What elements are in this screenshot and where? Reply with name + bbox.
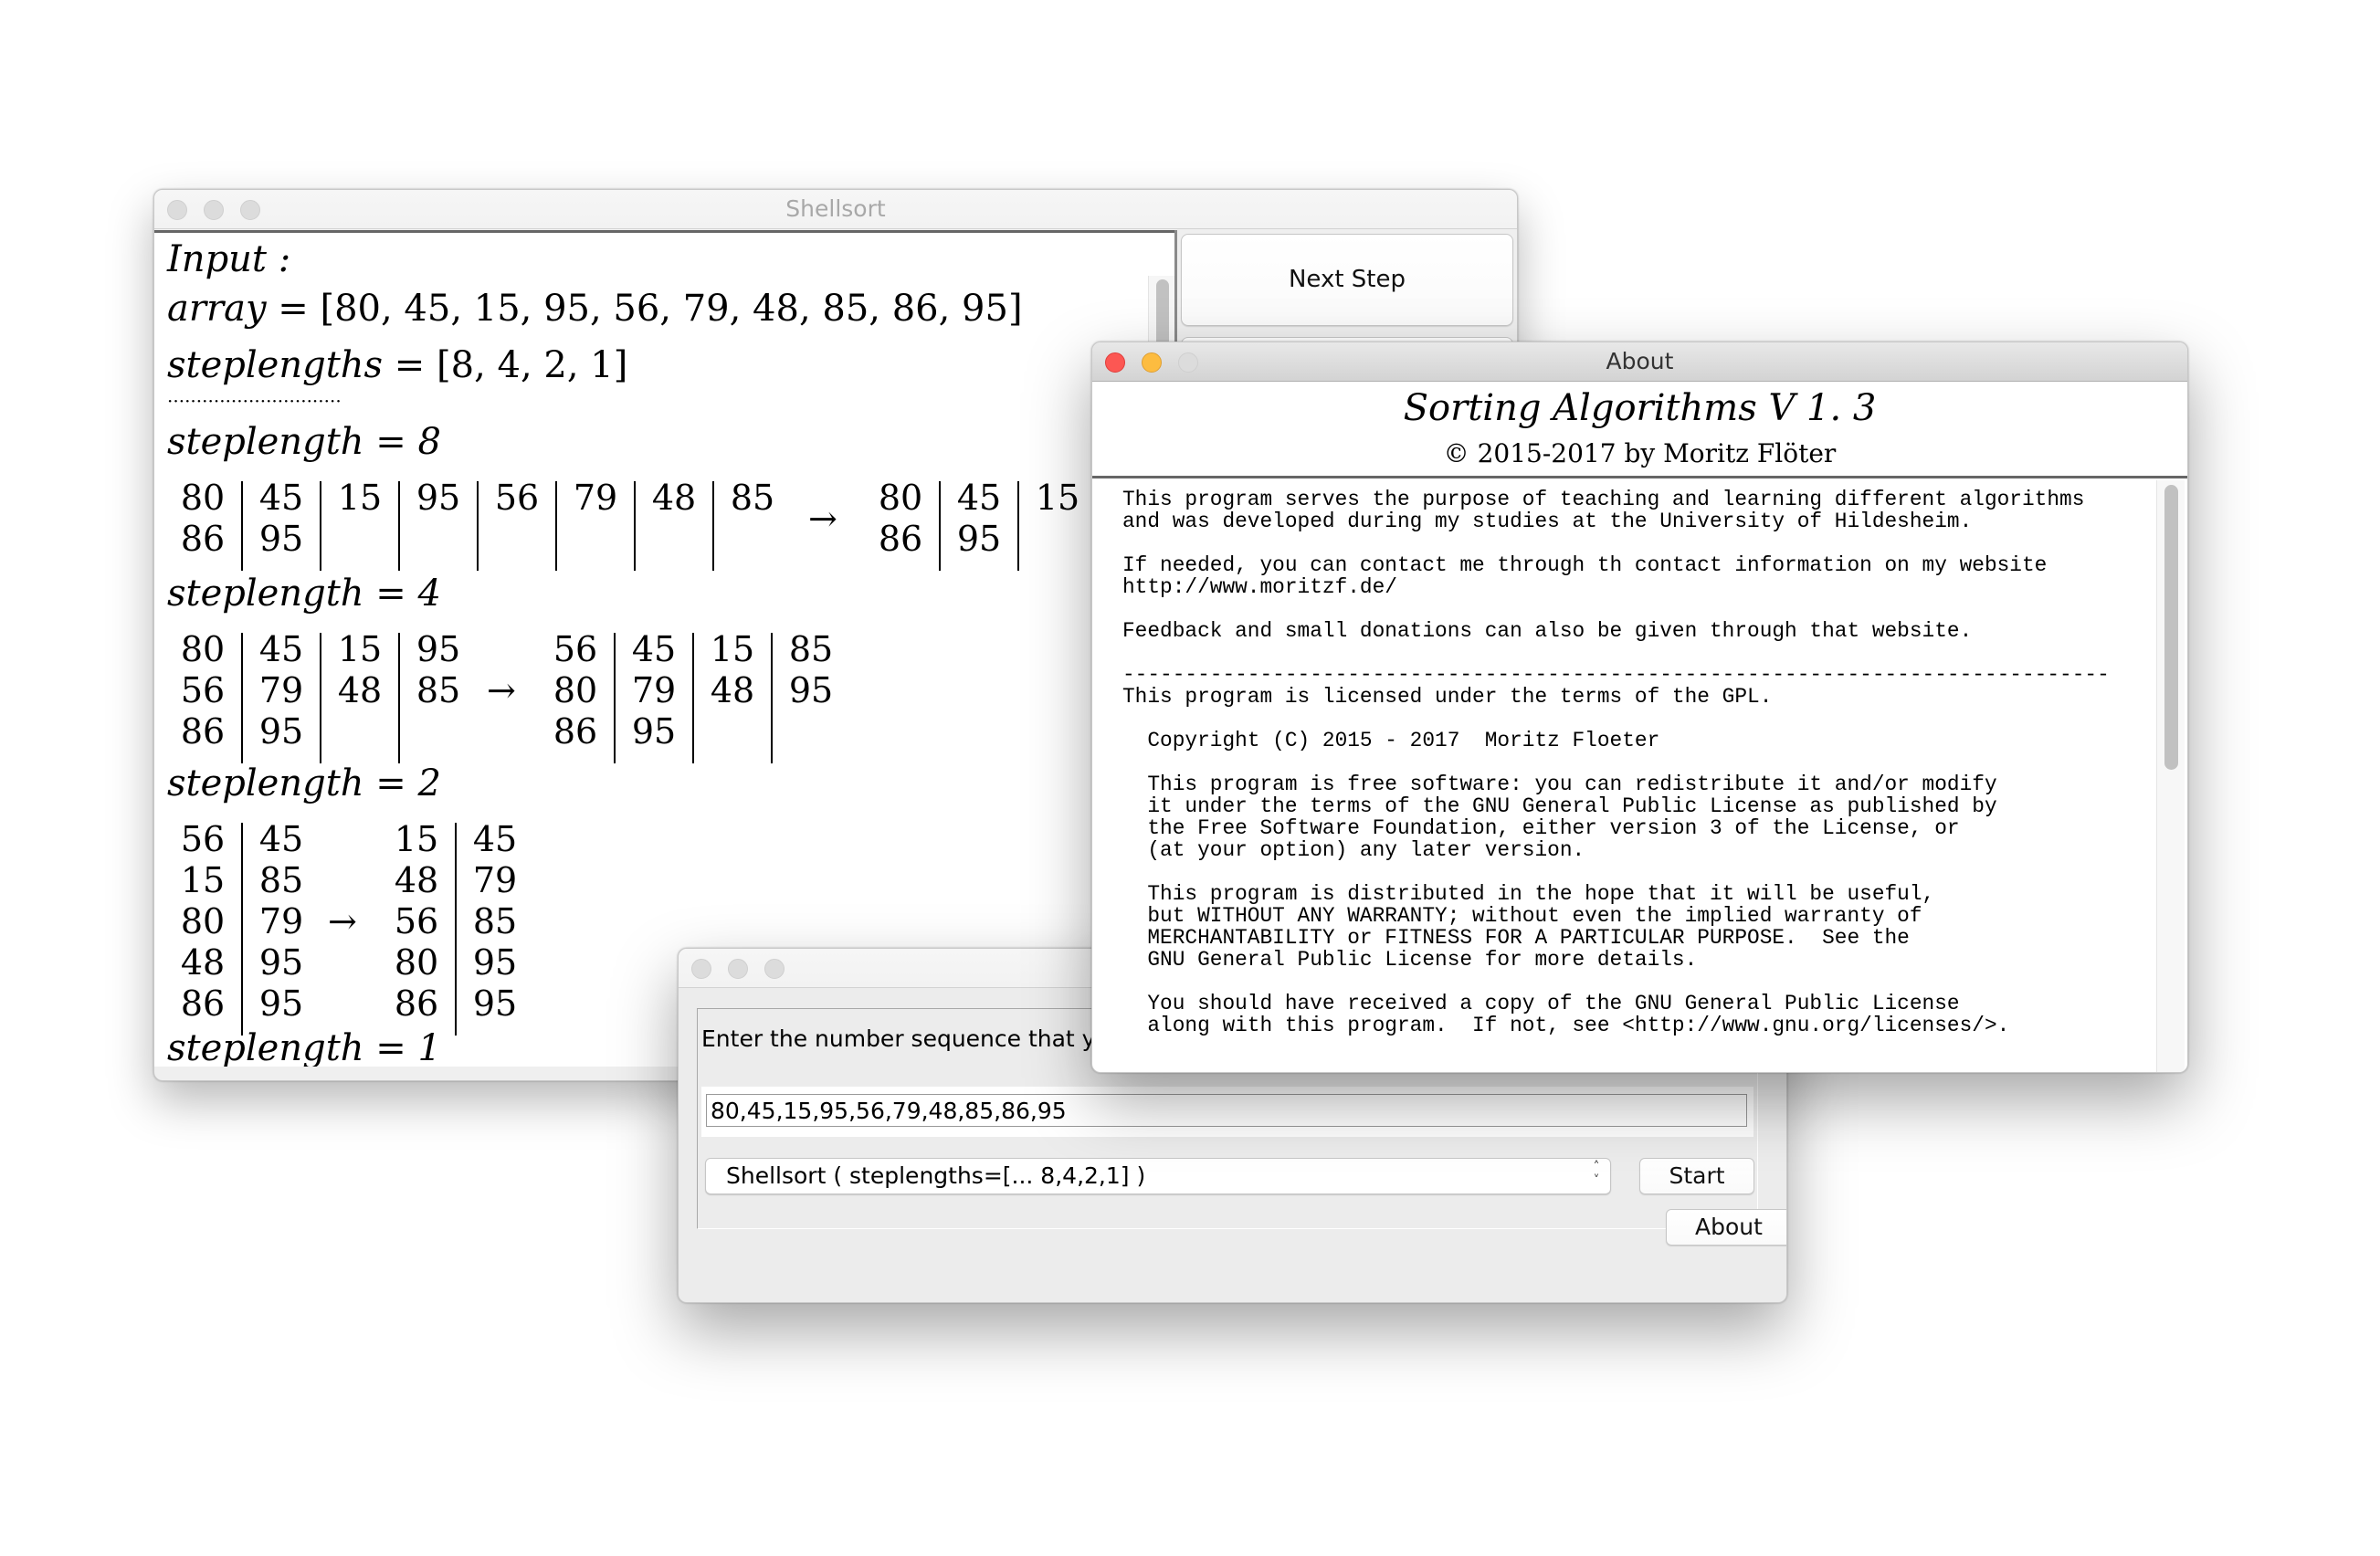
table-cell: 48 xyxy=(180,942,226,983)
step-label-4: steplength = 4 xyxy=(167,573,441,615)
window-title: About xyxy=(1606,348,1674,374)
input-label: Input : xyxy=(167,238,290,280)
table-cell: 56 xyxy=(494,478,540,518)
table-cell: 79 xyxy=(258,670,304,710)
table-cell: 86 xyxy=(180,519,226,559)
table-cell: 79 xyxy=(258,901,304,941)
array-label: array = xyxy=(167,288,321,330)
table-cell: 86 xyxy=(878,519,923,559)
header-divider xyxy=(1092,476,2187,478)
arrow-icon: → xyxy=(808,498,837,539)
table-cell: 80 xyxy=(180,629,226,669)
arrow-icon: → xyxy=(328,901,357,941)
step-label-1: steplength = 1 xyxy=(167,1027,441,1067)
table-cell: 79 xyxy=(472,860,518,900)
close-button[interactable] xyxy=(691,959,711,979)
table-cell: 45 xyxy=(258,629,304,669)
arrow-icon: → xyxy=(487,670,516,710)
shellsort-titlebar[interactable]: Shellsort xyxy=(154,190,1517,229)
table-cell: 95 xyxy=(416,629,461,669)
about-button[interactable]: About xyxy=(1666,1209,1786,1246)
app-title: Sorting Algorithms V 1. 3 xyxy=(1403,387,1877,429)
window-title: Shellsort xyxy=(785,195,886,222)
step-label-2: steplength = 2 xyxy=(167,762,441,804)
steplengths-label: steplengths = xyxy=(167,344,437,386)
table-cell: 79 xyxy=(573,478,618,518)
sequence-prompt: Enter the number sequence that yo xyxy=(701,1025,1110,1052)
table-cell: 95 xyxy=(258,983,304,1024)
select-updown-icon: ˄ ˅ xyxy=(1593,1160,1600,1188)
table-cell: 95 xyxy=(416,478,461,518)
table-cell: 56 xyxy=(180,819,226,859)
table-cell: 85 xyxy=(416,670,461,710)
table-cell: 95 xyxy=(472,942,518,983)
table-cell: 48 xyxy=(651,478,697,518)
table-cell: 15 xyxy=(180,860,226,900)
table-cell: 85 xyxy=(730,478,775,518)
table-cell: 56 xyxy=(394,901,439,941)
array-line: array = [80, 45, 15, 95, 56, 79, 48, 85,… xyxy=(167,288,1023,330)
sequence-input[interactable] xyxy=(706,1094,1747,1127)
table-cell: 45 xyxy=(258,478,304,518)
input-label-text: Input : xyxy=(167,238,291,280)
table-cell: 86 xyxy=(553,711,598,752)
separator: ······························ xyxy=(167,390,342,412)
table-cell: 85 xyxy=(258,860,304,900)
table-cell: 45 xyxy=(258,819,304,859)
table-cell: 48 xyxy=(394,860,439,900)
table-cell: 86 xyxy=(394,983,439,1024)
next-step-button[interactable]: Next Step xyxy=(1181,234,1513,326)
minimize-button[interactable] xyxy=(728,959,748,979)
table-cell: 95 xyxy=(258,711,304,752)
table-cell: 79 xyxy=(631,670,677,710)
sort-steps-view: Input : array = [80, 45, 15, 95, 56, 79,… xyxy=(154,230,1174,1067)
table-cell: 95 xyxy=(472,983,518,1024)
table-cell: 86 xyxy=(180,983,226,1024)
algorithm-selected: Shellsort ( steplengths=[... 8,4,2,1] ) xyxy=(726,1162,1146,1189)
table-cell: 95 xyxy=(258,519,304,559)
table-cell: 45 xyxy=(956,478,1002,518)
table-cell: 85 xyxy=(788,629,834,669)
table-cell: 80 xyxy=(553,670,598,710)
algorithm-select[interactable]: Shellsort ( steplengths=[... 8,4,2,1] ) … xyxy=(705,1158,1611,1194)
table-cell: 86 xyxy=(180,711,226,752)
table-cell: 80 xyxy=(180,901,226,941)
table-cell: 80 xyxy=(394,942,439,983)
table-cell: 56 xyxy=(553,629,598,669)
table-cell: 80 xyxy=(878,478,923,518)
start-button[interactable]: Start xyxy=(1639,1158,1754,1194)
table-cell: 45 xyxy=(631,629,677,669)
table-cell: 80 xyxy=(180,478,226,518)
table-cell: 95 xyxy=(258,942,304,983)
about-titlebar[interactable]: About xyxy=(1092,342,2187,382)
table-cell: 15 xyxy=(710,629,755,669)
table-cell: 15 xyxy=(1035,478,1080,518)
step-label-8: steplength = 8 xyxy=(167,421,441,463)
vertical-scroll-thumb[interactable] xyxy=(2164,485,2178,770)
sequence-field-wrap xyxy=(701,1087,1753,1137)
table-cell: 48 xyxy=(337,670,383,710)
vertical-scrollbar[interactable] xyxy=(2156,480,2185,1072)
table-cell: 56 xyxy=(180,670,226,710)
table-cell: 95 xyxy=(788,670,834,710)
table-cell: 95 xyxy=(956,519,1002,559)
steplengths-line: steplengths = [8, 4, 2, 1] xyxy=(167,344,627,386)
table-cell: 15 xyxy=(337,478,383,518)
zoom-button[interactable] xyxy=(764,959,785,979)
table-cell: 48 xyxy=(710,670,755,710)
table-cell: 15 xyxy=(337,629,383,669)
copyright-line: © 2015-2017 by Moritz Flöter xyxy=(1443,438,1837,468)
license-text: This program serves the purpose of teach… xyxy=(1122,488,2110,1037)
table-cell: 45 xyxy=(472,819,518,859)
steplengths-value: [8, 4, 2, 1] xyxy=(437,344,628,386)
about-header: Sorting Algorithms V 1. 3 © 2015-2017 by… xyxy=(1092,382,2187,476)
about-window: About Sorting Algorithms V 1. 3 © 2015-2… xyxy=(1091,342,2188,1073)
table-cell: 85 xyxy=(472,901,518,941)
array-value: [80, 45, 15, 95, 56, 79, 48, 85, 86, 95] xyxy=(320,288,1023,330)
table-cell: 15 xyxy=(394,819,439,859)
table-cell: 95 xyxy=(631,711,677,752)
